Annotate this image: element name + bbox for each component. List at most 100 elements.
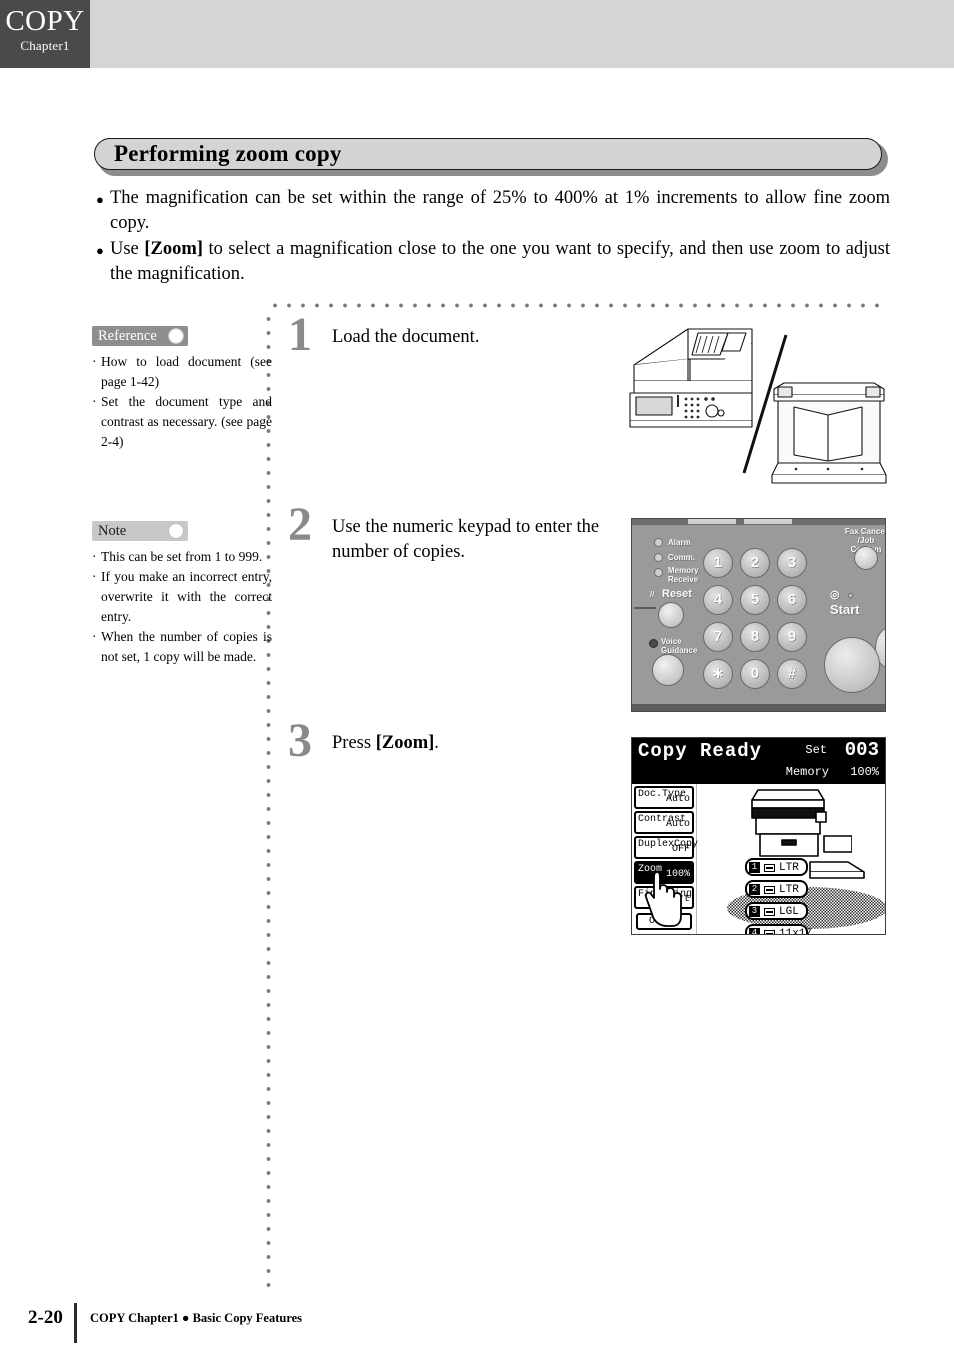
reset-glyph-icon: // bbox=[650, 590, 655, 599]
note-badge-label: Note bbox=[98, 523, 127, 539]
step-3-number: 3 bbox=[288, 714, 312, 767]
step-3-post: . bbox=[434, 733, 439, 753]
keypad-key-3[interactable]: 3 bbox=[777, 548, 807, 578]
lcd-output-tray-graphic bbox=[809, 861, 865, 879]
lcd-tray-4-size: 11x17 bbox=[779, 928, 813, 935]
list-item: Set the document type and contrast as ne… bbox=[92, 392, 272, 452]
copier-illustration-svg bbox=[629, 328, 887, 484]
lcd-menu-duplex-copy-value: OFF bbox=[671, 844, 690, 855]
keypad-key-7[interactable]: 7 bbox=[703, 622, 733, 652]
keypad-key-2[interactable]: 2 bbox=[740, 548, 770, 578]
memory-receive-led-icon bbox=[654, 568, 663, 577]
lcd-tray-3-number: 3 bbox=[749, 906, 760, 917]
keypad-key-8[interactable]: 8 bbox=[740, 622, 770, 652]
lcd-menu-contrast-value: Auto bbox=[665, 819, 690, 830]
lcd-tray-2[interactable]: 2 LTR bbox=[745, 880, 808, 898]
panel-tab-1 bbox=[688, 519, 736, 524]
header-band bbox=[0, 0, 954, 68]
intro-bullet-1: ● The magnification can be set within th… bbox=[96, 186, 890, 236]
reset-button[interactable] bbox=[658, 602, 684, 628]
lcd-status-title: Copy Ready bbox=[638, 740, 763, 762]
reference-list: How to load document (see page 1-42) Set… bbox=[92, 352, 272, 452]
note-box: Note This can be set from 1 to 999. If y… bbox=[92, 521, 272, 667]
lcd-body: Doc.Type Auto Contrast Auto DuplexCopy O… bbox=[632, 784, 885, 934]
start-glyph-icon: ◎ bbox=[830, 589, 840, 601]
dotted-divider-horizontal bbox=[268, 303, 888, 308]
keypad-key-9[interactable]: 9 bbox=[777, 622, 807, 652]
step-1-number: 1 bbox=[288, 308, 312, 361]
keypad-key-hash[interactable]: # bbox=[777, 659, 807, 689]
bullet-dot-icon: ● bbox=[96, 243, 104, 258]
copier-document-loading-illustration bbox=[628, 325, 890, 493]
intro-text-2-pre: Use bbox=[110, 239, 145, 259]
list-item: When the number of copies is not set, 1 … bbox=[92, 627, 272, 667]
bullet-dot-icon: ● bbox=[96, 192, 104, 207]
step-2-pre: Use the numeric keypad to enter the numb… bbox=[332, 517, 600, 562]
dotted-divider-vertical bbox=[266, 312, 271, 1287]
fax-cancel-button[interactable] bbox=[854, 546, 878, 570]
intro-text-1-pre: The magnification can be set within the … bbox=[110, 188, 890, 233]
reference-badge: Reference bbox=[92, 326, 188, 346]
lcd-tray-3[interactable]: 3 LGL bbox=[745, 902, 808, 920]
step-3-bold: [Zoom] bbox=[375, 733, 435, 753]
lcd-menu-duplex-copy[interactable]: DuplexCopy OFF bbox=[634, 836, 698, 859]
lcd-tray-1-number: 1 bbox=[749, 862, 760, 873]
manual-title: COPY bbox=[5, 5, 85, 37]
lcd-tray-1[interactable]: 1 LTR bbox=[745, 858, 808, 876]
chapter-header-box: COPY Chapter1 bbox=[0, 0, 90, 68]
section-title: Performing zoom copy bbox=[114, 141, 342, 166]
control-panel-illustration: Alarm Comm. Memory Receive // Reset Voic… bbox=[631, 518, 886, 712]
intro-bullets: ● The magnification can be set within th… bbox=[96, 186, 890, 288]
lcd-tray-2-size: LTR bbox=[779, 884, 799, 896]
badge-circle-icon bbox=[168, 328, 184, 344]
list-item: How to load document (see page 1-42) bbox=[92, 352, 272, 392]
step-2-text: Use the numeric keypad to enter the numb… bbox=[332, 515, 622, 565]
keypad-key-asterisk[interactable]: ∗ bbox=[703, 659, 733, 689]
lcd-set-value: 003 bbox=[844, 739, 879, 761]
comm-led-icon bbox=[654, 553, 663, 562]
intro-text-2-post: to select a magnification close to the o… bbox=[110, 239, 890, 284]
lcd-status-header: Copy Ready Set 003 Memory 100% bbox=[632, 738, 885, 784]
reference-box: Reference How to load document (see page… bbox=[92, 326, 272, 452]
panel-bottom-strip bbox=[632, 704, 885, 711]
step-3-pre: Press bbox=[332, 733, 376, 753]
lcd-tray-4[interactable]: 4 11x17 bbox=[745, 924, 812, 934]
alarm-label: Alarm bbox=[668, 538, 691, 547]
keypad-key-6[interactable]: 6 bbox=[777, 585, 807, 615]
step-3-text: Press [Zoom]. bbox=[332, 731, 622, 756]
start-button[interactable] bbox=[824, 637, 880, 693]
badge-circle-icon bbox=[168, 523, 184, 539]
footer-divider bbox=[74, 1303, 77, 1343]
intro-text-2-bold: [Zoom] bbox=[144, 239, 203, 259]
step-2-number: 2 bbox=[288, 498, 312, 551]
paper-tray-icon bbox=[764, 930, 775, 934]
lcd-tray-3-size: LGL bbox=[779, 906, 799, 918]
lcd-tray-1-size: LTR bbox=[779, 862, 799, 874]
reset-label: Reset bbox=[662, 588, 692, 600]
paper-tray-icon bbox=[764, 864, 775, 872]
step-1-text: Load the document. bbox=[332, 325, 622, 350]
lcd-divider bbox=[696, 784, 697, 934]
voice-guidance-label: Voice Guidance bbox=[661, 637, 698, 655]
start-led-icon bbox=[848, 593, 853, 598]
lcd-tray-2-number: 2 bbox=[749, 884, 760, 895]
lcd-menu-contrast[interactable]: Contrast Auto bbox=[634, 811, 694, 834]
voice-guidance-led-icon bbox=[649, 639, 658, 648]
start-label: Start bbox=[830, 602, 860, 617]
list-item: This can be set from 1 to 999. bbox=[92, 547, 272, 567]
lcd-screen-illustration: Copy Ready Set 003 Memory 100% Doc.Type … bbox=[631, 737, 886, 935]
section-banner: Performing zoom copy bbox=[94, 138, 888, 176]
alarm-led-icon bbox=[654, 538, 663, 547]
comm-label: Comm. bbox=[668, 553, 696, 562]
lcd-tray-4-number: 4 bbox=[749, 928, 760, 934]
footer-breadcrumb: COPY Chapter1 ● Basic Copy Features bbox=[90, 1311, 303, 1325]
keypad-key-1[interactable]: 1 bbox=[703, 548, 733, 578]
keypad-key-0[interactable]: 0 bbox=[740, 659, 770, 689]
lcd-menu-doc-type-value: Auto bbox=[665, 794, 690, 805]
panel-tab-2 bbox=[744, 519, 792, 524]
voice-guidance-button[interactable] bbox=[652, 654, 684, 686]
keypad-key-4[interactable]: 4 bbox=[703, 585, 733, 615]
lcd-menu-doc-type[interactable]: Doc.Type Auto bbox=[634, 786, 694, 809]
keypad-key-5[interactable]: 5 bbox=[740, 585, 770, 615]
note-badge: Note bbox=[92, 521, 188, 541]
